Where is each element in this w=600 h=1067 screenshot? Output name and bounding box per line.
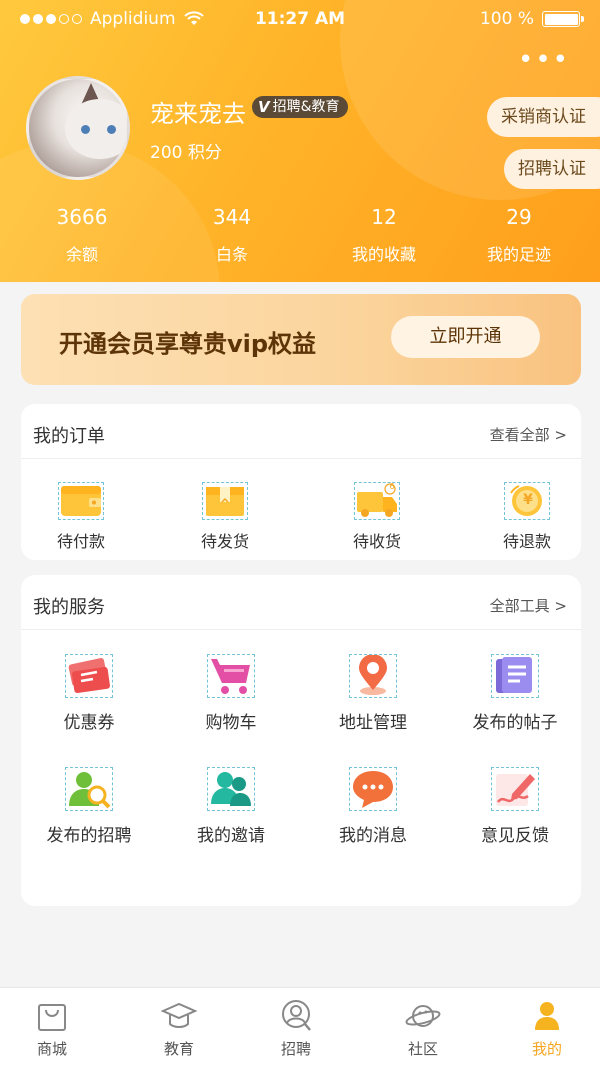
orders-title: 我的订单 [33, 426, 105, 447]
stat-value: 3666 [56, 205, 108, 229]
stat-balance[interactable]: 3666 余额 [22, 205, 142, 265]
tab-recruit[interactable]: 招聘 [236, 988, 356, 1059]
service-coupons[interactable]: 优惠券 [19, 654, 159, 733]
delivery-truck-icon: 6 [354, 482, 400, 520]
stat-footprints[interactable]: 29 我的足迹 [459, 205, 579, 265]
stat-label: 白条 [215, 245, 248, 264]
vip-banner-title: 开通会员享尊贵vip权益 [59, 330, 317, 358]
avatar[interactable] [26, 76, 130, 180]
supplier-certification-button[interactable]: 采销商认证 [487, 97, 600, 137]
orders-card: 我的订单 查看全部 > 待付款 待发货 6 待收货 ¥ 待退款 [21, 404, 581, 560]
service-label: 我的消息 [339, 826, 407, 846]
order-label: 待收货 [352, 532, 401, 551]
package-icon [202, 482, 248, 520]
username: 宠来宠去 [150, 100, 246, 128]
order-pending-refund[interactable]: ¥ 待退款 [467, 482, 587, 552]
shopping-bag-icon [34, 998, 70, 1034]
tab-label: 教育 [163, 1040, 194, 1058]
service-feedback[interactable]: 意见反馈 [445, 767, 585, 846]
order-label: 待发货 [200, 532, 249, 551]
order-label: 待退款 [502, 532, 551, 551]
stat-favorites[interactable]: 12 我的收藏 [324, 205, 444, 265]
all-tools-link[interactable]: 全部工具 > [490, 595, 567, 616]
vip-activate-button[interactable]: 立即开通 [391, 316, 540, 358]
stat-label: 我的收藏 [351, 245, 416, 264]
service-my-invites[interactable]: 我的邀请 [161, 767, 301, 846]
recruit-person-icon [278, 998, 314, 1034]
stat-value: 12 [371, 205, 397, 229]
stat-label: 余额 [65, 245, 98, 264]
coupon-icon [65, 654, 113, 698]
service-my-posts[interactable]: 发布的帖子 [445, 654, 585, 733]
verified-icon: V [258, 98, 270, 116]
order-pending-payment[interactable]: 待付款 [21, 482, 141, 552]
tab-label: 社区 [407, 1040, 438, 1058]
graduation-cap-icon [160, 998, 198, 1034]
message-bubble-icon [349, 767, 397, 811]
refund-icon: ¥ [504, 482, 550, 520]
profile-header: Applidium 11:27 AM 100 % ••• 宠来宠去 V 招聘&教… [0, 0, 600, 282]
service-label: 地址管理 [339, 713, 407, 733]
bottom-tab-bar: 商城 教育 招聘 社区 我的 [0, 987, 600, 1067]
service-label: 发布的帖子 [472, 713, 558, 733]
tab-label: 商城 [36, 1040, 67, 1058]
yuan-symbol: ¥ [523, 492, 533, 508]
stat-value: 29 [506, 205, 532, 229]
tab-mall[interactable]: 商城 [0, 988, 112, 1059]
wallet-icon [58, 482, 104, 520]
service-label: 优惠券 [63, 713, 115, 733]
battery-icon [542, 11, 584, 27]
tab-label: 招聘 [280, 1040, 311, 1058]
invite-users-icon [207, 767, 255, 811]
role-badge: V 招聘&教育 [252, 96, 348, 118]
feedback-pen-icon [491, 767, 539, 811]
status-bar: Applidium 11:27 AM 100 % [0, 0, 600, 40]
service-address[interactable]: 地址管理 [303, 654, 443, 733]
tab-community[interactable]: 社区 [363, 988, 483, 1059]
tab-education[interactable]: 教育 [119, 988, 239, 1059]
services-title: 我的服务 [33, 597, 105, 618]
recruit-search-icon [65, 767, 113, 811]
service-cart[interactable]: 购物车 [161, 654, 301, 733]
stat-label: 我的足迹 [486, 245, 551, 264]
service-label: 购物车 [205, 713, 257, 733]
service-my-messages[interactable]: 我的消息 [303, 767, 443, 846]
services-header: 我的服务 全部工具 > [21, 575, 581, 630]
service-my-recruitments[interactable]: 发布的招聘 [19, 767, 159, 846]
order-awaiting-shipment[interactable]: 待发货 [165, 482, 285, 552]
service-label: 我的邀请 [197, 826, 265, 846]
more-horizontal-icon[interactable]: ••• [518, 47, 570, 73]
points: 200 积分 [150, 143, 222, 163]
user-icon [529, 998, 565, 1034]
planet-icon [405, 998, 441, 1034]
shopping-cart-icon [207, 654, 255, 698]
service-label: 意见反馈 [481, 826, 549, 846]
stat-value: 344 [212, 205, 252, 229]
battery-percent: 100 % [479, 9, 534, 29]
tab-label: 我的 [531, 1040, 562, 1058]
location-pin-icon [349, 654, 397, 698]
services-card: 我的服务 全部工具 > 优惠券 购物车 地址管理 发布的帖子 发布的招聘 我的邀… [21, 575, 581, 906]
orders-header: 我的订单 查看全部 > [21, 404, 581, 459]
order-awaiting-receipt[interactable]: 6 待收货 [317, 482, 437, 552]
tab-mine[interactable]: 我的 [487, 988, 600, 1059]
vip-banner[interactable]: 开通会员享尊贵vip权益 立即开通 [21, 294, 581, 385]
order-label: 待付款 [56, 532, 105, 551]
receipt-badge: 6 [389, 482, 395, 491]
recruit-certification-button[interactable]: 招聘认证 [504, 149, 600, 189]
role-badge-label: 招聘&教育 [272, 99, 340, 115]
service-label: 发布的招聘 [46, 826, 132, 846]
posts-icon [491, 654, 539, 698]
view-all-orders-link[interactable]: 查看全部 > [490, 424, 567, 445]
stat-credit[interactable]: 344 白条 [172, 205, 292, 265]
